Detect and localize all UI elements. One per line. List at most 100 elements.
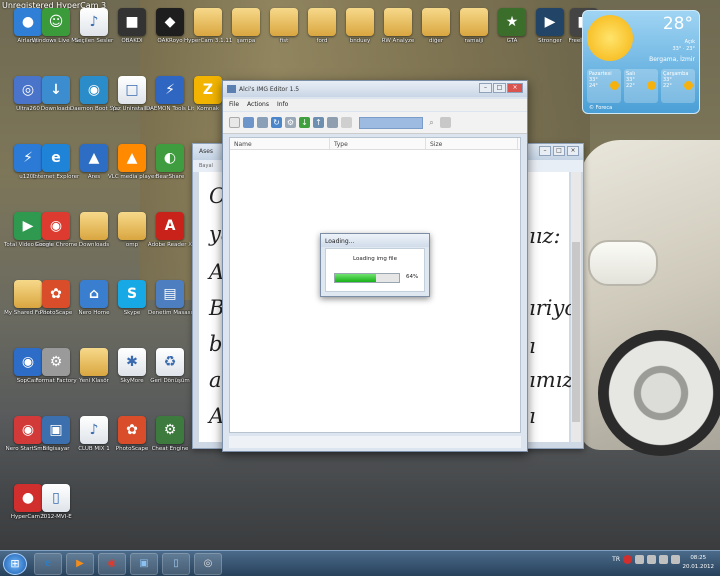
menu-item-info[interactable]: Info bbox=[277, 101, 288, 109]
img-editor-controls: – □ × bbox=[479, 83, 523, 93]
export-icon[interactable]: ↑ bbox=[313, 117, 324, 128]
clock[interactable]: 08:25 20.01.2012 bbox=[683, 554, 715, 572]
desktop-icon-label: 2012-MVI-E bbox=[40, 514, 72, 520]
tray-icon[interactable] bbox=[635, 555, 644, 564]
app-icon: S bbox=[118, 280, 146, 308]
delete-icon[interactable] bbox=[327, 117, 338, 128]
weather-condition: Açık bbox=[684, 39, 695, 45]
hypercam-tray-icon[interactable] bbox=[623, 555, 632, 564]
app-icon: Z bbox=[194, 76, 222, 104]
taskbar-media-button[interactable]: ▶ bbox=[66, 553, 94, 575]
tray-icon[interactable] bbox=[647, 555, 656, 564]
desktop-icon-label: Geri Dönüşüm bbox=[150, 378, 190, 384]
desktop-icon[interactable]: ◐ BearShare bbox=[146, 144, 194, 181]
taskbar-ie-button[interactable]: e bbox=[34, 553, 62, 575]
taskbar-word-button[interactable]: ▯ bbox=[162, 553, 190, 575]
desktop-icon[interactable]: ♻ Geri Dönüşüm bbox=[146, 348, 194, 385]
menu-item-file[interactable]: File bbox=[229, 101, 239, 109]
weather-gadget[interactable]: 28° Açık 33° · 23° Bergama, İzmir Pazart… bbox=[582, 10, 700, 114]
column-header-name[interactable]: Name bbox=[230, 138, 330, 149]
progress-bar bbox=[334, 273, 400, 283]
rename-icon[interactable] bbox=[341, 117, 352, 128]
weather-source[interactable]: © Foreca bbox=[589, 105, 612, 111]
filter-icon[interactable] bbox=[440, 117, 451, 128]
close-button[interactable]: × bbox=[507, 83, 523, 93]
document-text-line: ıız: bbox=[529, 224, 561, 248]
app-icon: □ bbox=[118, 76, 146, 104]
save-icon[interactable] bbox=[257, 117, 268, 128]
app-icon: ▲ bbox=[118, 144, 146, 172]
document-text-line: ımız bbox=[529, 368, 574, 392]
taskbar-img-editor-button[interactable]: ▣ bbox=[130, 553, 158, 575]
desktop-icon-label: Adobe Reader X bbox=[147, 242, 193, 248]
maximize-button[interactable]: □ bbox=[553, 146, 565, 156]
folder-icon bbox=[346, 8, 374, 36]
app-icon: ✿ bbox=[42, 280, 70, 308]
scrollbar-thumb[interactable] bbox=[572, 242, 580, 422]
forecast-day: Çarşamba 33° 22° bbox=[661, 69, 695, 103]
close-button[interactable]: × bbox=[567, 146, 579, 156]
column-header-type[interactable]: Type bbox=[330, 138, 426, 149]
rebuild-icon[interactable]: ↻ bbox=[271, 117, 282, 128]
folder-icon bbox=[80, 348, 108, 376]
desktop-icon[interactable]: ▯ 2012-MVI-E bbox=[32, 484, 80, 521]
app-icon: ☺ bbox=[42, 8, 70, 36]
wallpaper-car-headlight bbox=[588, 240, 658, 286]
forecast-day: Salı 33° 22° bbox=[624, 69, 658, 103]
language-indicator[interactable]: TR bbox=[612, 556, 620, 563]
import-icon[interactable]: ↓ bbox=[299, 117, 310, 128]
search-icon[interactable]: ⌕ bbox=[426, 117, 437, 128]
settings-icon[interactable]: ⚙ bbox=[285, 117, 296, 128]
desktop-icon-label: Denetim Masası bbox=[147, 310, 193, 316]
progress-percent: 64% bbox=[406, 274, 419, 280]
weather-range: 33° · 23° bbox=[672, 46, 696, 52]
progress-bar-fill bbox=[335, 274, 376, 282]
taskbar-chrome-button[interactable]: ◉ bbox=[98, 553, 126, 575]
open-icon[interactable] bbox=[243, 117, 254, 128]
minimize-button[interactable]: – bbox=[539, 146, 551, 156]
app-icon: ⚙ bbox=[156, 416, 184, 444]
taskbar-hypercam-button[interactable]: ◎ bbox=[194, 553, 222, 575]
app-icon: ♪ bbox=[80, 8, 108, 36]
folder-icon bbox=[232, 8, 260, 36]
app-icon: ◆ bbox=[156, 8, 184, 36]
clock-time: 08:25 bbox=[690, 555, 707, 561]
weather-forecast: Pazartesi 33° 24° Salı 33° 22° Çarşamba 33° 22° bbox=[587, 69, 695, 103]
menu-bar: File Actions Info bbox=[223, 99, 527, 111]
loading-dialog-body: Loading img file 64% bbox=[325, 248, 425, 292]
sun-icon bbox=[587, 15, 633, 61]
volume-icon[interactable] bbox=[671, 555, 680, 564]
editor-toolbar: ↻ ⚙ ↓ ↑ ⌕ bbox=[223, 112, 527, 134]
desktop-icon[interactable]: A Adobe Reader X bbox=[146, 212, 194, 249]
app-icon: ♻ bbox=[156, 348, 184, 376]
menu-item-actions[interactable]: Actions bbox=[247, 101, 269, 109]
sun-icon bbox=[684, 81, 693, 90]
status-bar bbox=[229, 436, 521, 448]
app-icon: ★ bbox=[498, 8, 526, 36]
file-list-header: Name Type Size bbox=[230, 138, 520, 150]
app-icon: ✱ bbox=[118, 348, 146, 376]
app-icon: e bbox=[42, 144, 70, 172]
app-icon: ⌂ bbox=[80, 280, 108, 308]
app-icon: ⚙ bbox=[42, 348, 70, 376]
app-icon: A bbox=[156, 212, 184, 240]
network-icon[interactable] bbox=[659, 555, 668, 564]
document-scrollbar[interactable] bbox=[571, 172, 581, 442]
document-text-line: ı bbox=[529, 334, 536, 358]
minimize-button[interactable]: – bbox=[479, 83, 492, 93]
app-icon: ▲ bbox=[80, 144, 108, 172]
search-input[interactable] bbox=[359, 116, 423, 129]
loading-dialog: Loading... Loading img file 64% bbox=[320, 233, 430, 297]
start-button[interactable]: ⊞ bbox=[3, 553, 27, 575]
folder-icon bbox=[422, 8, 450, 36]
column-header-size[interactable]: Size bbox=[426, 138, 518, 149]
desktop-icon[interactable]: ▤ Denetim Masası bbox=[146, 280, 194, 317]
new-icon[interactable] bbox=[229, 117, 240, 128]
folder-icon bbox=[270, 8, 298, 36]
clock-date: 20.01.2012 bbox=[682, 564, 715, 570]
app-icon: ◉ bbox=[80, 76, 108, 104]
maximize-button[interactable]: □ bbox=[493, 83, 506, 93]
weather-temperature: 28° bbox=[662, 14, 693, 34]
app-icon: ■ bbox=[118, 8, 146, 36]
desktop-icon[interactable]: ⚙ Cheat Engine bbox=[146, 416, 194, 453]
